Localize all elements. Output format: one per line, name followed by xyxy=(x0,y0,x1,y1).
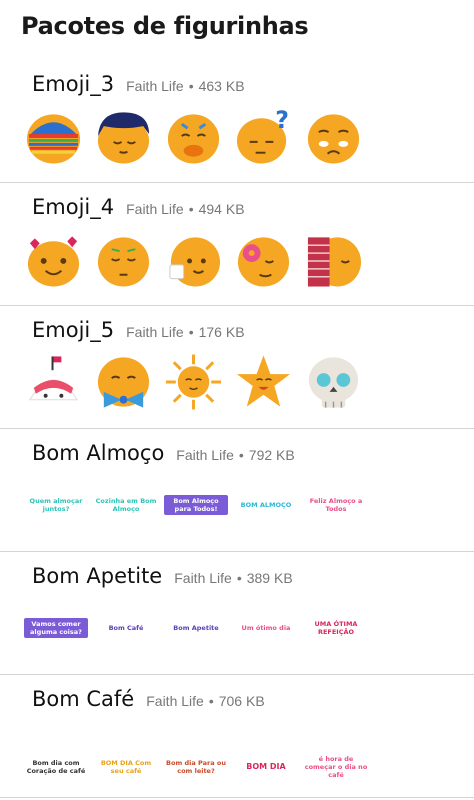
pack-name: Emoji_5 xyxy=(32,318,115,342)
sticker-text: é hora de começar o dia no café xyxy=(304,755,368,779)
sticker-text: UMA ÓTIMA REFEIÇÃO xyxy=(314,620,358,636)
pack-name: Emoji_3 xyxy=(32,72,115,96)
sticker-emoji-duck xyxy=(164,106,223,166)
sticker-emoji-heart-eyes xyxy=(24,229,83,289)
sticker-text: Cozinha em Bom Almoço xyxy=(95,497,157,513)
sticker-text: Bom Apetite xyxy=(173,624,219,632)
sticker-text: Bom Café xyxy=(108,624,144,632)
sticker-text: BOM DIA Com seu café xyxy=(100,759,152,775)
sticker-text: Um ótimo dia xyxy=(241,624,291,632)
svg-text:?: ? xyxy=(275,106,289,134)
sticker-pack-bom-cafe[interactable]: Bom Café Faith Life • 706 KB Bom dia com C… xyxy=(0,675,474,798)
sticker-text: Quem almoçar juntos? xyxy=(29,497,83,513)
sticker-emoji-question: ? xyxy=(234,106,293,166)
sticker-pack-emoji-4[interactable]: Emoji_4 Faith Life • 494 KB xyxy=(0,183,474,306)
sticker-emoji-coffee xyxy=(164,229,223,289)
pack-name: Bom Café xyxy=(32,687,135,711)
sticker-text: Feliz Almoço a Todos xyxy=(309,497,363,513)
sticker-text: BOM ALMOÇO xyxy=(240,501,292,509)
page-title: Pacotes de figurinhas xyxy=(21,12,309,40)
sticker-pack-bom-almoco[interactable]: Bom Almoço Faith Life • 792 KB Quem almoça… xyxy=(0,429,474,552)
pack-name: Emoji_4 xyxy=(32,195,115,219)
pack-meta: Faith Life • 494 KB xyxy=(126,201,245,217)
sticker-emoji-skull xyxy=(304,352,363,412)
sticker-emoji-sushi xyxy=(24,352,83,412)
sticker-text: Bom dia com Coração de café xyxy=(26,759,86,775)
pack-name: Bom Almoço xyxy=(32,441,165,465)
sticker-pack-bom-apetite[interactable]: Bom Apetite Faith Life • 389 KB Vamos come… xyxy=(0,552,474,675)
pack-meta: Faith Life • 706 KB xyxy=(146,693,265,709)
pack-meta: Faith Life • 463 KB xyxy=(126,78,245,94)
sticker-emoji-brick-wall xyxy=(304,229,363,289)
sticker-emoji-sun xyxy=(164,352,223,412)
pack-name: Bom Apetite xyxy=(32,564,163,588)
sticker-emoji-bowtie xyxy=(94,352,153,412)
sticker-pack-emoji-3[interactable]: Emoji_3 Faith Life • 463 KB ? xyxy=(0,60,474,183)
sticker-text: Vamos comer alguma coisa? xyxy=(24,598,88,658)
sticker-text: BOM DIA xyxy=(246,762,286,771)
sticker-text: Bom dia Para ou com leite? xyxy=(166,759,226,775)
sticker-text: Bom Almoço para Todos! xyxy=(164,475,228,535)
sticker-emoji-boy xyxy=(94,106,153,166)
pack-meta: Faith Life • 792 KB xyxy=(176,447,295,463)
sticker-emoji-star xyxy=(234,352,293,412)
sticker-emoji-crying xyxy=(304,106,363,166)
sticker-pack-emoji-5[interactable]: Emoji_5 Faith Life • 176 KB xyxy=(0,306,474,429)
pack-meta: Faith Life • 389 KB xyxy=(174,570,293,586)
sticker-emoji-donut xyxy=(234,229,293,289)
pack-meta: Faith Life • 176 KB xyxy=(126,324,245,340)
sticker-emoji-neutral xyxy=(94,229,153,289)
sticker-emoji-sombrero xyxy=(24,106,83,166)
